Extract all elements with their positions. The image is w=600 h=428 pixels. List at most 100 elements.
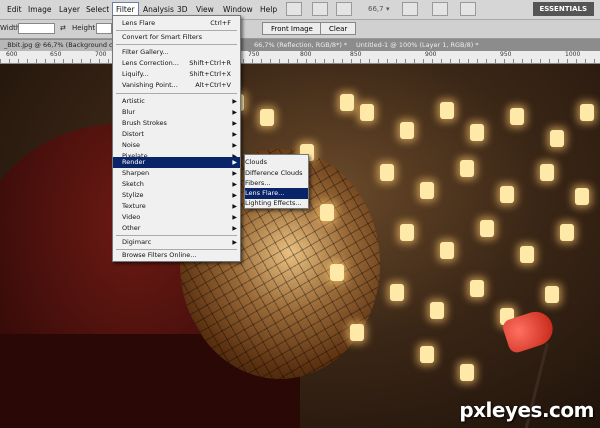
clear-button[interactable]: Clear [320, 22, 357, 35]
menu-item-stylize[interactable]: Stylize ▶ [113, 190, 240, 201]
zoom-level-icon[interactable] [336, 2, 352, 16]
light-spot [460, 364, 474, 381]
submenu-arrow-icon: ▶ [232, 203, 237, 210]
light-spot [510, 108, 524, 125]
zoom-chevron-down-icon[interactable]: ▾ [386, 3, 390, 16]
light-spot [380, 164, 394, 181]
submenu-arrow-icon: ▶ [232, 239, 237, 246]
ruler-label: 800 [300, 51, 312, 58]
light-spot [330, 264, 344, 281]
menu-item-lens-correction[interactable]: Lens Correction... Shift+Ctrl+R [113, 58, 240, 69]
ruler-label: 700 [95, 51, 107, 58]
light-spot [440, 102, 454, 119]
light-spot [340, 94, 354, 111]
render-submenu: Clouds Difference Clouds Fibers... Lens … [244, 154, 309, 209]
ruler-label: 900 [425, 51, 437, 58]
menu-item-browse-filters[interactable]: Browse Filters Online... [113, 250, 240, 261]
light-spot [260, 109, 274, 126]
tab-document-2[interactable]: 66,7% (Reflection, RGB/8*) * [250, 40, 351, 51]
menu-item-liquify[interactable]: Liquify... Shift+Ctrl+X [113, 69, 240, 80]
swap-icon[interactable]: ⇄ [60, 24, 66, 32]
bridge-icon[interactable] [286, 2, 302, 16]
light-spot [400, 122, 414, 139]
light-spot [420, 182, 434, 199]
submenu-item-clouds[interactable]: Clouds [245, 157, 308, 168]
workspace-switcher[interactable]: ESSENTIALS [532, 2, 594, 16]
submenu-arrow-icon: ▶ [232, 142, 237, 149]
light-spot [520, 246, 534, 263]
document-tabs: _Bbit.jpg @ 66,7% (Background copy... 66… [0, 39, 600, 51]
menu-item-texture[interactable]: Texture ▶ [113, 201, 240, 212]
light-spot [470, 124, 484, 141]
menu-item-render[interactable]: Render ▶ [113, 157, 240, 168]
menu-item-video[interactable]: Video ▶ [113, 212, 240, 223]
ruler-label: 600 [6, 51, 18, 58]
submenu-arrow-icon: ▶ [232, 131, 237, 138]
view-extras-icon[interactable] [312, 2, 328, 16]
tab-document-3[interactable]: Untitled-1 @ 100% (Layer 1, RGB/8) * [352, 40, 483, 51]
light-spot [500, 186, 514, 203]
menu-item-distort[interactable]: Distort ▶ [113, 129, 240, 140]
light-spot [575, 188, 589, 205]
submenu-arrow-icon: ▶ [232, 225, 237, 232]
menu-item-filter-gallery[interactable]: Filter Gallery... [113, 47, 240, 58]
submenu-arrow-icon: ▶ [232, 192, 237, 199]
menu-layer[interactable]: Layer [56, 3, 83, 16]
light-spot [470, 280, 484, 297]
horizontal-ruler: 600 650 700 750 800 850 900 950 1000 [0, 51, 600, 64]
ruler-label: 650 [50, 51, 62, 58]
menu-select[interactable]: Select [83, 3, 112, 16]
submenu-arrow-icon: ▶ [232, 214, 237, 221]
menu-item-vanishing-point[interactable]: Vanishing Point... Alt+Ctrl+V [113, 80, 240, 91]
light-spot [580, 104, 594, 121]
ruler-label: 950 [500, 51, 512, 58]
menu-divider [116, 235, 237, 236]
menu-item-sketch[interactable]: Sketch ▶ [113, 179, 240, 190]
screen-mode-icon[interactable] [432, 2, 448, 16]
menu-item-artistic[interactable]: Artistic ▶ [113, 96, 240, 107]
watermark: pxleyes.com [459, 398, 594, 422]
light-spot [430, 302, 444, 319]
arrange-documents-icon[interactable] [460, 2, 476, 16]
menu-item-digimarc[interactable]: Digimarc ▶ [113, 237, 240, 248]
document-canvas[interactable] [0, 64, 600, 428]
ruler-label: 750 [248, 51, 260, 58]
light-spot [400, 224, 414, 241]
light-spot [540, 164, 554, 181]
submenu-item-lighting-effects[interactable]: Lighting Effects... [245, 198, 308, 209]
ruler-label: 850 [350, 51, 362, 58]
submenu-arrow-icon: ▶ [232, 170, 237, 177]
height-field[interactable] [96, 23, 112, 34]
menu-item-sharpen[interactable]: Sharpen ▶ [113, 168, 240, 179]
light-spot [390, 284, 404, 301]
menu-item-noise[interactable]: Noise ▶ [113, 140, 240, 151]
submenu-arrow-icon: ▶ [232, 159, 237, 166]
menu-divider [116, 44, 237, 45]
width-field[interactable] [18, 23, 55, 34]
light-spot [480, 220, 494, 237]
menu-divider [116, 93, 237, 94]
ruler-label: 1000 [565, 51, 581, 58]
menu-item-lens-flare-last[interactable]: Lens Flare Ctrl+F [113, 18, 240, 29]
hand-tool-icon[interactable] [402, 2, 418, 16]
height-label: Height: [72, 24, 98, 32]
light-spot [420, 346, 434, 363]
submenu-arrow-icon: ▶ [232, 109, 237, 116]
menu-item-brush-strokes[interactable]: Brush Strokes ▶ [113, 118, 240, 129]
front-image-button[interactable]: Front Image [262, 22, 322, 35]
menu-image[interactable]: Image [25, 3, 55, 16]
zoom-level[interactable]: 66,7 [368, 3, 384, 16]
light-spot [320, 204, 334, 221]
light-spot [560, 224, 574, 241]
menu-bar: Edit Image Layer Select Filter Analysis … [0, 0, 600, 20]
menu-item-convert-smart-filters[interactable]: Convert for Smart Filters [113, 32, 240, 43]
submenu-arrow-icon: ▶ [232, 181, 237, 188]
menu-help[interactable]: Help [257, 3, 280, 16]
light-spot [360, 104, 374, 121]
light-spot [460, 160, 474, 177]
menu-edit[interactable]: Edit [4, 3, 25, 16]
menu-divider [116, 30, 237, 31]
menu-item-blur[interactable]: Blur ▶ [113, 107, 240, 118]
menu-item-other[interactable]: Other ▶ [113, 223, 240, 234]
submenu-arrow-icon: ▶ [232, 120, 237, 127]
